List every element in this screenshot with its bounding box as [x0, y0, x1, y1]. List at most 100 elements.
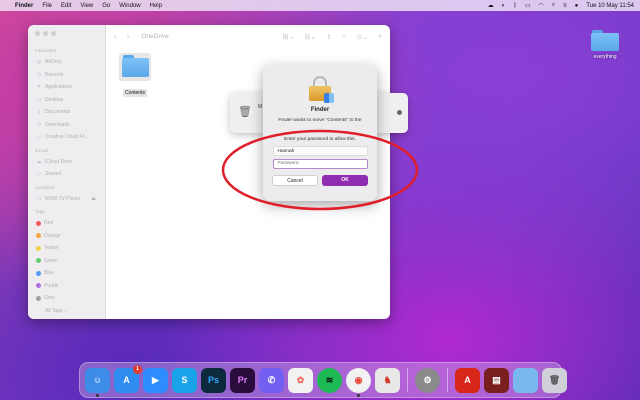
tag-dot-icon	[36, 283, 41, 289]
dialog-prompt: Enter your password to allow this.	[284, 137, 356, 142]
move-progress-label: M	[258, 104, 263, 110]
battery-icon[interactable]: ▭	[525, 2, 531, 9]
sidebar-item-label: Blue	[44, 270, 55, 277]
dialog-title: Finder	[310, 107, 330, 113]
desktop-folder-everything[interactable]: everything	[585, 30, 625, 60]
sidebar-item-tag-purple[interactable]: Purple	[33, 280, 100, 293]
status-icon[interactable]: ◐	[502, 3, 506, 9]
sidebar-item-label: Green	[44, 257, 58, 264]
menu-file[interactable]: File	[42, 3, 52, 9]
finder-toolbar: ‹ › OneDrive ⊞⌄ ⊟⌄ ⇪ ⌂ ⊙⌄ ⌕	[106, 25, 390, 48]
minimize-button[interactable]	[43, 31, 48, 36]
sidebar-item-tag-yellow[interactable]: Yellow	[33, 242, 100, 255]
group-button[interactable]: ⊟⌄	[305, 33, 317, 41]
tag-dot-icon	[36, 233, 41, 239]
cancel-button[interactable]: Cancel	[272, 175, 318, 186]
menu-edit[interactable]: Edit	[61, 3, 71, 9]
sidebar-item-creative-cloud[interactable]: ▱ Creative Cloud Fil...	[33, 131, 100, 144]
menu-bar: Finder File Edit View Go Window Help ☁ ◐…	[0, 0, 640, 11]
view-options-button[interactable]: ⊞⌄	[283, 33, 295, 41]
sidebar-item-label: NOW TV Player	[45, 195, 81, 202]
sidebar-item-shared[interactable]: ▱ Shared	[33, 168, 100, 181]
dock-system-preferences-icon[interactable]: ⚙	[415, 367, 440, 393]
sidebar-heading-favourites: Favourites	[35, 48, 57, 53]
tag-dot-icon	[36, 258, 41, 264]
dock-acrobat-icon[interactable]: A	[455, 367, 480, 393]
dock-premiere-icon[interactable]: Pr	[230, 367, 255, 393]
forward-button[interactable]: ›	[127, 32, 130, 41]
dock-app-store-icon[interactable]: A1	[114, 364, 142, 393]
tags-icon: ◌	[37, 307, 41, 314]
tag-button[interactable]: ⌂	[342, 33, 346, 41]
trash-icon: 🗑	[238, 106, 252, 118]
dock-horse-app-icon[interactable]: ♞	[375, 367, 400, 393]
sidebar-item-downloads[interactable]: ⊙ Downloads	[33, 119, 100, 132]
zoom-button[interactable]	[51, 31, 56, 36]
sidebar-item-desktop[interactable]: ▭ Desktop	[33, 94, 100, 107]
sidebar-item-label: iCloud Drive	[45, 158, 73, 165]
sidebar-item-tag-grey[interactable]: Grey	[33, 292, 100, 305]
disk-icon: ▭	[36, 195, 42, 202]
sidebar-item-now-tv-player[interactable]: ▭ NOW TV Player ⏏	[33, 193, 100, 206]
dock-spotify-icon[interactable]: ≋	[317, 367, 342, 393]
notification-badge: 1	[133, 364, 142, 374]
menu-help[interactable]: Help	[150, 3, 162, 9]
sidebar-item-tag-blue[interactable]: Blue	[33, 267, 100, 280]
sidebar-item-tag-orange[interactable]: Orange	[33, 230, 100, 243]
sidebar-item-applications[interactable]: ✦ Applications	[33, 81, 100, 94]
dock-archive-icon[interactable]: ▤	[484, 367, 509, 393]
dock-photos-icon[interactable]: ✿	[288, 367, 313, 393]
window-title: OneDrive	[141, 33, 169, 40]
sidebar-item-all-tags[interactable]: ◌ All Tags...	[33, 305, 100, 318]
dock-trash-icon[interactable]: 🗑	[542, 367, 567, 393]
control-center-icon[interactable]: ≡	[563, 3, 567, 9]
dock-chrome-icon[interactable]: ◉	[346, 367, 371, 397]
action-button[interactable]: ⊙⌄	[356, 33, 368, 41]
lock-icon	[309, 76, 334, 103]
shared-folder-icon: ▱	[37, 171, 41, 178]
bluetooth-icon[interactable]: ᛒ	[513, 3, 517, 9]
back-button[interactable]: ‹	[114, 32, 117, 41]
ok-button[interactable]: OK	[322, 175, 368, 186]
dock-separator	[447, 368, 448, 392]
creative-cloud-icon[interactable]: ☁	[488, 2, 494, 9]
close-button[interactable]	[35, 31, 40, 36]
sidebar-item-tag-red[interactable]: Red	[33, 217, 100, 230]
wifi-icon[interactable]: ◠	[539, 2, 544, 9]
desktop-folder-label: everything	[593, 54, 617, 60]
menu-go[interactable]: Go	[102, 3, 110, 9]
dock-downloads-folder-icon[interactable]	[513, 367, 538, 393]
dock-skype-icon[interactable]: S	[172, 367, 197, 393]
sidebar-item-label: AirDrop	[45, 59, 62, 66]
sidebar-item-label: Applications	[45, 84, 72, 91]
sidebar-item-documents[interactable]: ▯ Documents	[33, 106, 100, 119]
search-button[interactable]: ⌕	[378, 33, 382, 41]
dock-finder-icon[interactable]: ☺	[85, 367, 110, 397]
siri-icon[interactable]: ●	[575, 3, 579, 9]
sidebar-heading-icloud: iCloud	[35, 147, 48, 153]
menu-clock[interactable]: Tue 10 May 11:54	[586, 3, 634, 9]
sidebar-item-recents[interactable]: ◷ Recents	[33, 69, 100, 82]
folder-contents[interactable]: Contents	[118, 53, 152, 99]
sidebar-item-label: All Tags...	[45, 307, 67, 314]
dock-separator	[407, 368, 408, 392]
sidebar-item-tag-green[interactable]: Green	[33, 255, 100, 268]
password-field[interactable]	[272, 159, 368, 169]
share-button[interactable]: ⇪	[326, 33, 332, 41]
clock-icon: ◷	[36, 71, 42, 78]
stop-icon[interactable]	[397, 110, 402, 115]
sidebar-item-label: Recents	[45, 71, 64, 78]
dock-zoom-icon[interactable]: ▶	[143, 367, 168, 393]
sidebar-item-airdrop[interactable]: ◎ AirDrop	[33, 56, 100, 69]
menu-window[interactable]: Window	[119, 3, 140, 9]
folder-icon: ▱	[37, 134, 41, 141]
menu-finder[interactable]: Finder	[15, 3, 33, 9]
search-icon[interactable]: ⌕	[552, 2, 555, 9]
dock-photoshop-icon[interactable]: Ps	[201, 367, 226, 393]
username-field[interactable]: Hannah	[272, 146, 368, 156]
eject-icon[interactable]: ⏏	[91, 196, 96, 202]
sidebar-item-icloud-drive[interactable]: ☁ iCloud Drive	[33, 156, 100, 169]
dock-viber-icon[interactable]: ✆	[259, 367, 284, 393]
finder-badge-icon	[324, 93, 334, 103]
menu-view[interactable]: View	[80, 3, 93, 9]
